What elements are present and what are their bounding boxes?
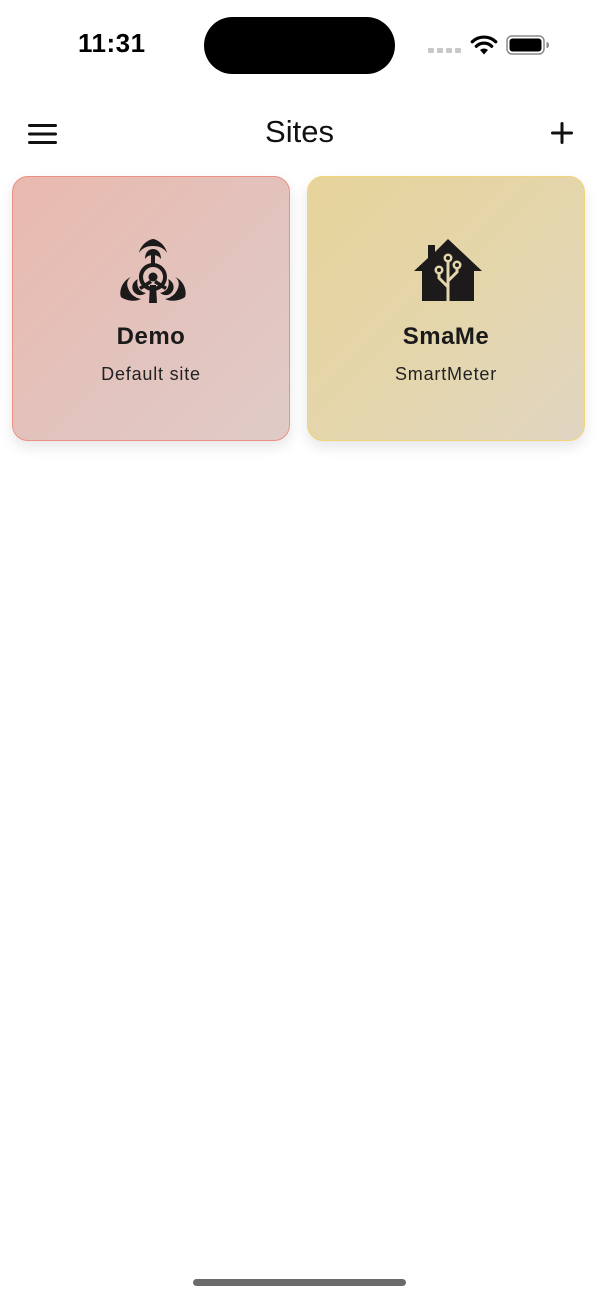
navigation-bar: Sites [0, 100, 599, 166]
battery-icon [506, 35, 549, 55]
cellular-signal-icon [428, 48, 461, 53]
site-title: SmaMe [402, 323, 490, 350]
smart-home-icon [414, 239, 482, 303]
site-card-smame[interactable]: SmaMe SmartMeter [307, 176, 585, 441]
wifi-icon [470, 35, 498, 55]
status-time: 11:31 [78, 28, 146, 58]
site-title: Demo [116, 323, 186, 350]
page-title: Sites [265, 114, 334, 149]
home-indicator[interactable] [193, 1279, 406, 1286]
dynamic-island [204, 17, 395, 74]
site-card-demo[interactable]: Demo Default site [12, 176, 290, 441]
status-bar: 11:31 [0, 0, 599, 90]
site-subtitle: SmartMeter [394, 364, 498, 384]
plus-icon[interactable] [540, 114, 584, 154]
biohazard-icon [120, 239, 186, 303]
site-subtitle: Default site [101, 364, 201, 384]
